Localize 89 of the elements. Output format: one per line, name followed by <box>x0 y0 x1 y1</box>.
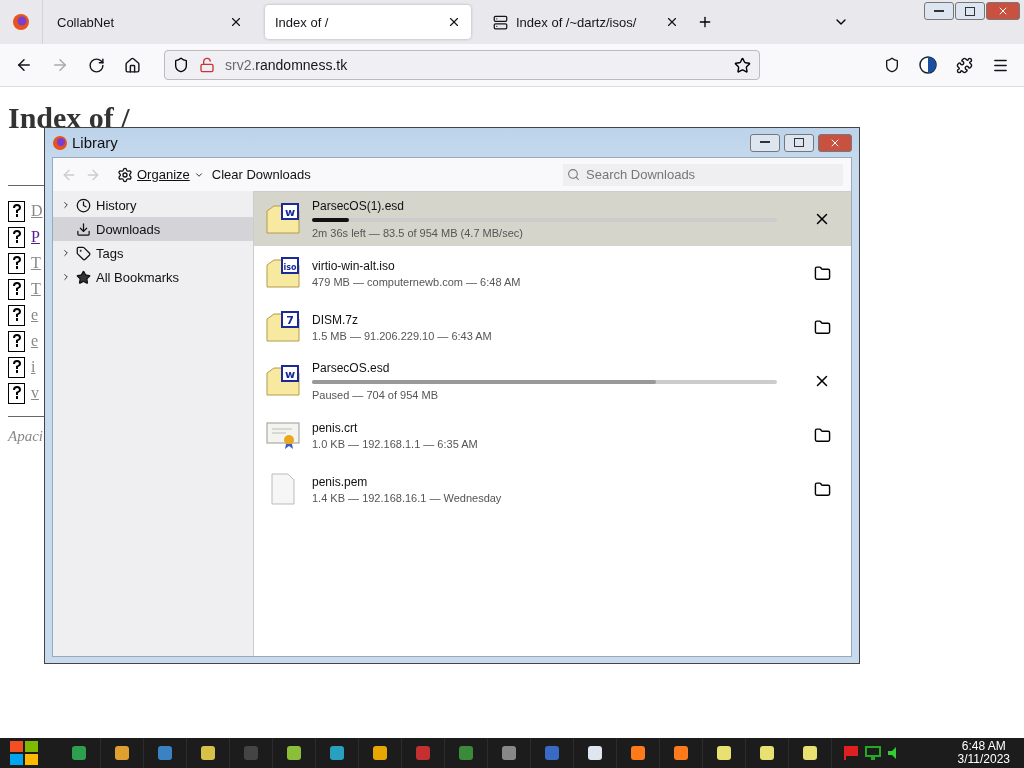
file-name: DISM.7z <box>312 312 359 327</box>
shield-icon <box>173 57 189 73</box>
gear-icon <box>117 166 133 183</box>
file-link[interactable]: T <box>31 254 41 272</box>
search-field[interactable]: Search Downloads <box>563 163 843 186</box>
unknown-file-icon <box>8 356 25 378</box>
maximize-button[interactable] <box>784 133 814 152</box>
folder-icon[interactable] <box>813 426 831 444</box>
file-link[interactable]: i <box>31 358 36 376</box>
restore-icon <box>965 6 975 16</box>
browser-tab[interactable]: Index of / <box>265 5 471 39</box>
file-link[interactable]: v <box>31 384 39 402</box>
server-icon <box>493 14 508 30</box>
browser-tab[interactable]: CollabNet <box>47 5 253 39</box>
download-status: 1.0 KB — 192.168.1.1 — 6:35 AM <box>312 437 479 450</box>
bookmark-star-icon[interactable] <box>734 56 751 74</box>
minimize-button[interactable] <box>750 133 780 152</box>
puzzle-icon <box>955 56 973 74</box>
file-link[interactable]: e <box>31 332 39 350</box>
sidebar-item[interactable]: All Bookmarks <box>53 265 253 289</box>
clock-icon <box>76 197 91 213</box>
firefox-icon[interactable] <box>12 13 30 31</box>
download-icon <box>76 221 91 237</box>
unknown-file-icon <box>8 200 25 222</box>
file-link[interactable]: T <box>31 280 41 298</box>
forward-arrow-icon <box>51 56 69 74</box>
reload-icon <box>87 56 105 74</box>
taskbar-clock[interactable]: 6:48 AM 3/11/2023 <box>957 740 1020 766</box>
unknown-file-icon <box>8 382 25 404</box>
file-name: virtio-win-alt.iso <box>312 258 396 273</box>
file-link[interactable]: e <box>31 306 39 324</box>
browser-tab[interactable]: Index of /~dartz/isos/ <box>483 5 689 39</box>
close-icon <box>997 5 1009 17</box>
download-item[interactable]: w ParsecOS(1).esd 2m 36s left — 83.5 of 954 MB (4.7 MB/sec) <box>254 192 851 246</box>
star-icon <box>76 269 91 285</box>
chevron-icon[interactable] <box>61 248 71 258</box>
minimize-icon <box>760 141 770 144</box>
unknown-file-icon <box>8 330 25 352</box>
file-name: ParsecOS(1).esd <box>312 199 406 213</box>
restore-button[interactable] <box>955 2 985 20</box>
organize-button[interactable]: Organize <box>117 166 204 183</box>
address-field[interactable]: srv2.randomness.tk <box>164 50 760 80</box>
minimize-button[interactable] <box>924 2 954 20</box>
unknown-file-icon <box>8 252 25 274</box>
certificate-file-icon <box>266 419 300 451</box>
download-status: Paused — 704 of 954 MB <box>312 389 439 401</box>
file-name: ParsecOS.esd <box>312 361 391 375</box>
clear-downloads-button[interactable]: Clear Downloads <box>211 167 311 182</box>
file-name: penis.crt <box>312 420 359 435</box>
close-icon[interactable] <box>229 15 243 29</box>
unknown-file-icon <box>8 304 25 326</box>
download-status: 479 MB — computernewb.com — 6:48 AM <box>312 275 522 288</box>
minimize-icon <box>934 9 944 13</box>
folder-icon[interactable] <box>813 264 831 282</box>
window-title: Library <box>72 134 119 151</box>
windows-start-icon[interactable] <box>8 739 40 767</box>
server-signature: Apaci <box>8 428 43 445</box>
file-name: penis.pem <box>312 474 369 489</box>
tag-icon <box>76 245 91 261</box>
download-status: 1.5 MB — 91.206.229.10 — 6:43 AM <box>312 329 493 342</box>
archive-file-icon: w <box>266 365 300 397</box>
file-link[interactable]: P <box>31 228 40 246</box>
unknown-file-icon <box>8 226 25 248</box>
chevron-icon[interactable] <box>61 200 71 210</box>
folder-icon[interactable] <box>813 318 831 336</box>
folder-icon[interactable] <box>813 480 831 498</box>
firefox-icon <box>52 134 68 151</box>
sidebar-item[interactable]: Tags <box>53 241 253 265</box>
archive-file-icon: w <box>266 203 300 235</box>
home-icon <box>123 56 141 74</box>
file-link[interactable]: D <box>31 202 43 220</box>
sidebar-item[interactable]: Downloads <box>53 217 253 241</box>
archive-file-icon: iso <box>266 257 300 289</box>
half-circle-icon <box>919 56 937 74</box>
close-icon[interactable] <box>665 15 679 29</box>
download-status: 2m 36s left — 83.5 of 954 MB (4.7 MB/sec) <box>312 227 524 239</box>
archive-file-icon: 7 <box>266 311 300 343</box>
download-status: 1.4 KB — 192.168.16.1 — Wednesday <box>312 491 503 504</box>
search-icon <box>567 168 580 181</box>
close-icon[interactable] <box>447 15 461 29</box>
chevron-icon[interactable] <box>61 272 71 282</box>
network-icon[interactable] <box>864 745 882 761</box>
flag-icon[interactable] <box>842 745 860 761</box>
close-button[interactable] <box>986 2 1020 20</box>
new-tab-icon[interactable] <box>697 14 713 30</box>
sidebar-item[interactable]: History <box>53 193 253 217</box>
lock-icon <box>199 57 215 73</box>
maximize-icon <box>794 138 804 147</box>
unknown-file-icon <box>8 278 25 300</box>
